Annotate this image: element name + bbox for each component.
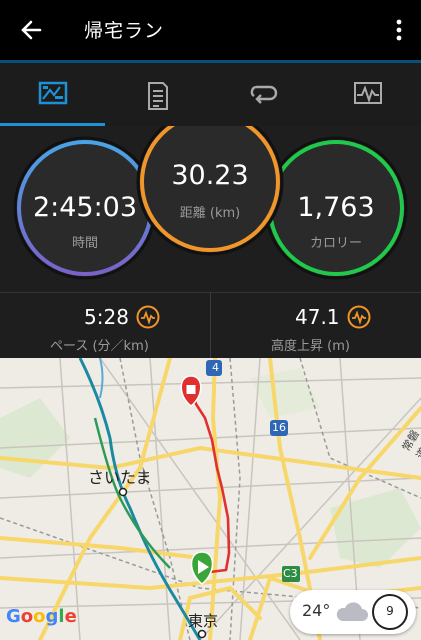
time-label: 時間: [71, 236, 98, 251]
elevation-value: 47.1: [295, 305, 340, 329]
more-options-icon[interactable]: [387, 12, 411, 48]
summary-rings: 2:45:03 時間 30.23 距離 (km) 1,763 カロリー: [0, 126, 421, 292]
distance-value: 30.23: [171, 160, 249, 191]
c3-shield: C3: [283, 567, 298, 580]
cloud-icon: [336, 602, 368, 621]
elevation-chart-badge-icon[interactable]: [347, 305, 371, 329]
graph-icon: [354, 82, 382, 104]
page-title: 帰宅ラン: [84, 20, 165, 42]
temperature-value: 24°: [302, 601, 331, 620]
tab-summary[interactable]: [0, 63, 105, 127]
tokyo-label: 東京: [188, 612, 219, 630]
tab-bar: [0, 60, 421, 127]
wind-dial-icon: 9: [372, 594, 408, 630]
calories-ring: 1,763 カロリー: [266, 138, 406, 278]
laps-icon: [250, 85, 278, 104]
elevation-label: 高度上昇 (m): [271, 339, 350, 354]
tab-laps[interactable]: [210, 63, 315, 126]
summary-chart-icon: [38, 81, 68, 105]
pace-chart-badge-icon[interactable]: [136, 305, 160, 329]
time-value: 2:45:03: [32, 192, 138, 223]
google-logo: Google: [6, 606, 77, 627]
document-icon: [148, 82, 168, 110]
pace-value: 5:28: [84, 305, 129, 329]
pace-stat: 5:28 ペース (分／km): [0, 293, 210, 359]
stats-divider: [210, 292, 211, 358]
route-16-shield: 16: [272, 421, 286, 434]
saitama-label: さいたま: [88, 468, 152, 487]
tab-details[interactable]: [105, 63, 210, 126]
distance-label: 距離 (km): [179, 206, 241, 221]
time-ring: 2:45:03 時間: [15, 138, 155, 278]
weather-widget[interactable]: 24° 9: [290, 590, 416, 634]
app-bar: 帰宅ラン: [0, 0, 421, 60]
tab-graphs[interactable]: [315, 63, 420, 126]
distance-ring: 30.23 距離 (km): [138, 126, 282, 256]
elevation-stat: 47.1 高度上昇 (m): [211, 293, 421, 359]
back-arrow-icon[interactable]: [14, 12, 50, 48]
wind-speed-value: 9: [386, 604, 394, 618]
calories-label: カロリー: [309, 236, 362, 251]
pace-label: ペース (分／km): [50, 339, 149, 354]
calories-value: 1,763: [297, 192, 375, 223]
route-4-shield: 4: [212, 361, 219, 374]
